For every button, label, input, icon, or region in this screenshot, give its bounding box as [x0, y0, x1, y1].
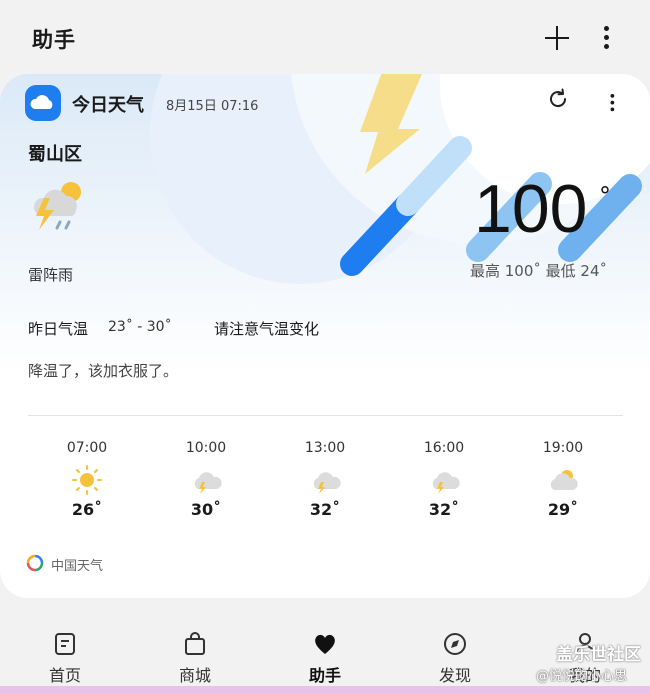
hour-temp: 32˚ — [428, 500, 460, 519]
china-weather-logo-icon — [26, 554, 44, 572]
hourly-forecast-item: 16:00 32˚ — [404, 440, 484, 519]
nav-label: 商城 — [178, 666, 211, 685]
nav-item-home[interactable]: 首页 — [20, 618, 110, 686]
compass-icon — [441, 630, 469, 658]
hour-time: 10:00 — [185, 440, 227, 456]
partly-cloudy-icon — [546, 465, 580, 495]
hour-temp: 26˚ — [71, 500, 103, 519]
clothing-tip: 降温了，该加衣服了。 — [28, 362, 179, 380]
high-low-temperature: 最高 100˚ 最低 24˚ — [470, 262, 608, 280]
weather-card[interactable]: 今日天气 8月15日 07:16 蜀山区 100 ° 最高 100˚ 最低 24… — [0, 74, 650, 598]
hour-temp: 30˚ — [190, 500, 222, 519]
card-more-icon[interactable] — [610, 94, 615, 112]
hourly-forecast-item: 13:00 32˚ — [285, 440, 365, 519]
hour-time: 19:00 — [542, 440, 584, 456]
divider — [28, 415, 623, 416]
sunny-icon — [70, 465, 104, 495]
nav-item-assistant[interactable]: 助手 — [280, 618, 370, 686]
hourly-forecast-item: 10:00 30˚ — [166, 440, 246, 519]
hour-temp: 32˚ — [309, 500, 341, 519]
page-title: 助手 — [32, 28, 76, 52]
nav-item-discover[interactable]: 发现 — [410, 618, 500, 686]
top-bar: 助手 — [0, 0, 650, 74]
nav-label: 发现 — [438, 666, 471, 685]
hourly-forecast-item: 19:00 29˚ — [523, 440, 603, 519]
thunderstorm-icon — [308, 465, 342, 495]
degree-symbol: ° — [599, 182, 611, 210]
source-name: 中国天气 — [51, 559, 104, 574]
hour-time: 16:00 — [423, 440, 465, 456]
yesterday-label: 昨日气温 — [28, 320, 89, 338]
watermark-community: 盖乐世社区 — [556, 645, 641, 665]
nav-label: 首页 — [48, 666, 81, 685]
hourly-forecast-item: 07:00 26˚ — [47, 440, 127, 519]
hour-time: 13:00 — [304, 440, 346, 456]
nav-item-shop[interactable]: 商城 — [150, 618, 240, 686]
watermark-author: @悦悦的小心思 — [536, 669, 628, 684]
update-time: 8月15日 07:16 — [166, 99, 259, 114]
bottom-strip — [0, 686, 650, 694]
weather-condition: 雷阵雨 — [28, 266, 74, 284]
heart-icon — [311, 630, 339, 658]
thunderstorm-icon — [427, 465, 461, 495]
current-temperature: 100 — [474, 171, 588, 247]
thunderstorm-icon — [189, 465, 223, 495]
shopping-bag-icon — [181, 630, 209, 658]
thunderstorm-icon — [30, 178, 88, 236]
hour-temp: 29˚ — [547, 500, 579, 519]
refresh-icon[interactable] — [546, 87, 570, 111]
weather-app-icon — [25, 85, 61, 121]
more-vert-icon[interactable] — [603, 26, 609, 50]
temperature-advice: 请注意气温变化 — [214, 320, 320, 338]
home-icon — [51, 630, 79, 658]
district-name: 蜀山区 — [28, 144, 82, 165]
app-title: 今日天气 — [72, 95, 144, 116]
hour-time: 07:00 — [66, 440, 108, 456]
plus-icon[interactable] — [543, 24, 571, 52]
nav-label: 助手 — [308, 666, 341, 685]
yesterday-range: 23˚ - 30˚ — [108, 319, 172, 335]
